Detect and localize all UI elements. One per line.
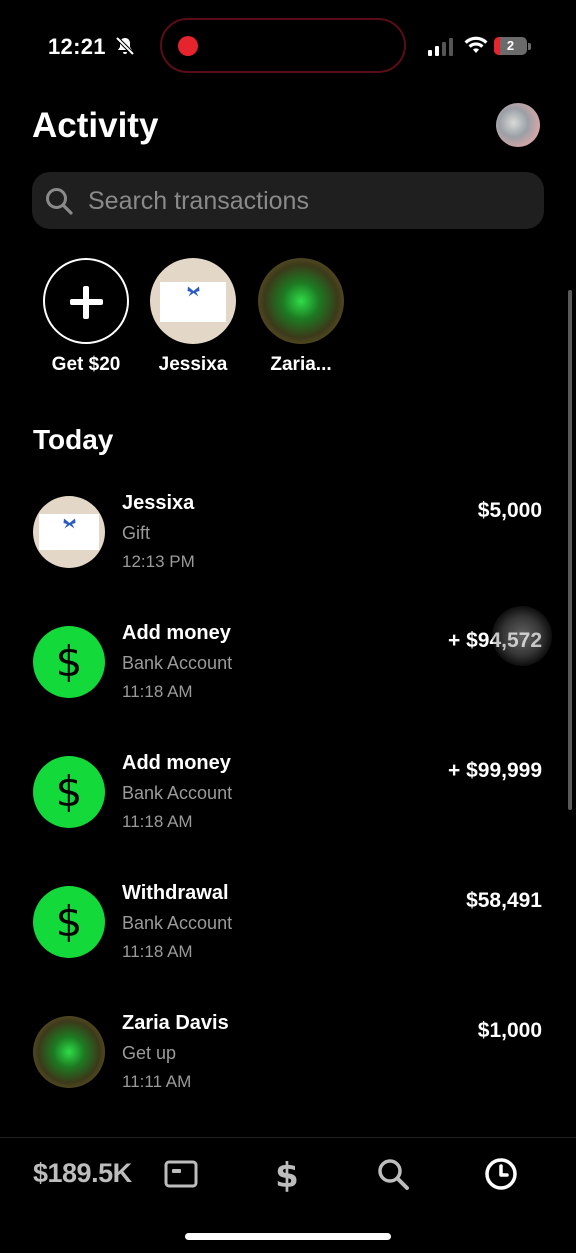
transaction-name: Jessixa bbox=[122, 492, 195, 514]
battery-level: 2 bbox=[506, 38, 515, 53]
svg-text:$: $ bbox=[275, 1156, 299, 1192]
search-icon bbox=[46, 188, 73, 215]
cellular-signal-icon bbox=[428, 38, 453, 56]
transaction-amount: $58,491 bbox=[466, 889, 542, 912]
quick-contact-get20[interactable]: Get $20 bbox=[31, 258, 141, 376]
transaction-note: Get up bbox=[122, 1043, 177, 1063]
avatar bbox=[258, 258, 344, 344]
transaction-time: 11:11 AM bbox=[122, 1072, 192, 1091]
search-input[interactable] bbox=[88, 182, 528, 220]
quick-contact-jessixa[interactable]: Jessixa bbox=[138, 258, 248, 376]
page-title: Activity bbox=[32, 106, 159, 145]
transaction-row[interactable]: $ Add money Bank Account 11:18 AM + $94,… bbox=[0, 622, 576, 732]
transaction-amount: + $99,999 bbox=[447, 759, 542, 782]
dollar-icon: $ bbox=[33, 626, 105, 698]
touch-indicator bbox=[492, 606, 552, 666]
dollar-icon: $ bbox=[33, 886, 105, 958]
scrollbar[interactable] bbox=[568, 290, 572, 810]
avatar bbox=[33, 496, 105, 568]
bell-muted-icon bbox=[115, 36, 135, 56]
home-indicator[interactable] bbox=[185, 1233, 391, 1240]
quick-contact-label: Get $20 bbox=[51, 354, 121, 375]
quick-contact-label: Jessixa bbox=[158, 354, 228, 375]
avatar bbox=[150, 258, 236, 344]
transaction-time: 11:18 AM bbox=[122, 682, 193, 701]
card-icon[interactable] bbox=[163, 1156, 199, 1192]
transaction-name: Add money bbox=[122, 752, 231, 774]
transaction-time: 11:18 AM bbox=[122, 812, 193, 831]
transaction-amount: $1,000 bbox=[477, 1019, 542, 1042]
search-icon[interactable] bbox=[375, 1156, 411, 1192]
transaction-name: Zaria Davis bbox=[122, 1012, 229, 1034]
transaction-amount: $5,000 bbox=[477, 499, 542, 522]
add-icon bbox=[43, 258, 129, 344]
dollar-icon: $ bbox=[33, 756, 105, 828]
transaction-row[interactable]: $ Withdrawal Bank Account 11:18 AM $58,4… bbox=[0, 882, 576, 992]
battery-icon: 2 bbox=[494, 37, 532, 57]
transaction-note: Bank Account bbox=[122, 783, 233, 803]
transaction-row[interactable]: Zaria Davis Get up 11:11 AM $1,000 bbox=[0, 1012, 576, 1122]
status-bar: 12:21 2 bbox=[0, 0, 576, 90]
butterfly-icon bbox=[63, 518, 76, 529]
dynamic-island[interactable] bbox=[160, 18, 406, 73]
transaction-time: 11:18 AM bbox=[122, 942, 193, 961]
clock-icon[interactable] bbox=[483, 1156, 519, 1192]
nav-balance[interactable]: $189.5K bbox=[33, 1158, 132, 1189]
transaction-name: Add money bbox=[122, 622, 231, 644]
transaction-time: 12:13 PM bbox=[122, 552, 195, 571]
transaction-note: Bank Account bbox=[122, 653, 233, 673]
dollar-icon[interactable]: $ bbox=[269, 1156, 305, 1192]
avatar bbox=[33, 1016, 105, 1088]
quick-contact-zaria[interactable]: Zaria... bbox=[246, 258, 356, 376]
status-time: 12:21 bbox=[48, 34, 106, 59]
quick-contact-label: Zaria... bbox=[270, 354, 332, 375]
transaction-note: Gift bbox=[122, 523, 151, 543]
transaction-row[interactable]: Jessixa Gift 12:13 PM $5,000 bbox=[0, 492, 576, 602]
transaction-name: Withdrawal bbox=[122, 882, 229, 904]
transaction-row[interactable]: $ Add money Bank Account 11:18 AM + $99,… bbox=[0, 752, 576, 862]
recording-dot-icon bbox=[178, 36, 198, 56]
profile-avatar[interactable] bbox=[496, 103, 540, 147]
wifi-icon bbox=[464, 36, 488, 53]
butterfly-icon bbox=[187, 286, 200, 297]
section-header-today: Today bbox=[33, 424, 114, 455]
transaction-note: Bank Account bbox=[122, 913, 233, 933]
